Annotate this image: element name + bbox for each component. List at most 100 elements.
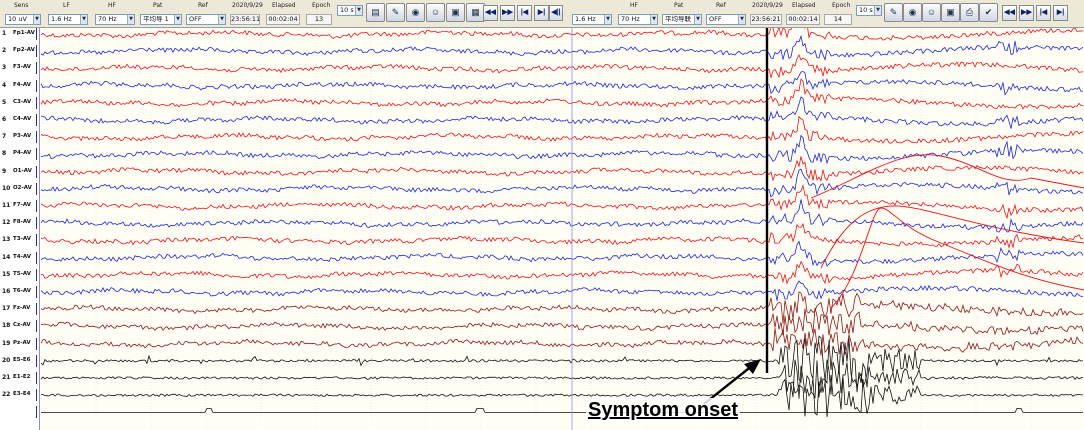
toolbar-left: Sens 10 uV ▼ LF 1.6 Hz ▼ HF 70 Hz ▼ Pat 平均导…	[0, 0, 563, 28]
scale-tick	[36, 200, 38, 212]
scale-tick	[36, 337, 38, 350]
pen-icon[interactable]: ✎	[386, 3, 405, 22]
hf-select-2[interactable]: 70 Hz ▼	[618, 14, 658, 25]
montage-icon[interactable]: ▤	[366, 3, 385, 22]
eeg-trace-o1-av	[41, 156, 1084, 182]
scale-tick	[36, 251, 38, 264]
channel-number: 19	[2, 339, 11, 347]
photo-icon-2[interactable]: ▣	[941, 3, 960, 22]
globe-icon[interactable]: ◉	[406, 3, 425, 22]
last-page-icon-2[interactable]: ▶|	[1053, 5, 1068, 21]
eeg-trace-e3-e4	[41, 375, 1083, 417]
lf-select[interactable]: 1.6 Hz ▼	[48, 14, 88, 25]
channel-name: F3-AV	[13, 64, 32, 71]
channel-label-row: 3 F3-AV	[0, 60, 40, 77]
channel-number: 13	[2, 236, 11, 244]
eeg-trace-t3-av	[41, 222, 1084, 250]
sens-select[interactable]: 10 uV ▼	[5, 14, 41, 25]
person-icon[interactable]: ☺	[426, 3, 445, 22]
ref-label-2: Ref	[716, 2, 726, 9]
ref-select-2[interactable]: OFF ▼	[706, 14, 746, 25]
fast-back-icon[interactable]: ◀◀	[483, 5, 498, 21]
fast-forward-icon[interactable]: ▶▶	[500, 5, 515, 21]
epoch-label-2: Epoch	[832, 2, 851, 9]
scale-tick	[36, 148, 38, 161]
channel-number: 3	[2, 64, 7, 72]
date-label: 2020/9/29	[232, 2, 263, 9]
first-page-icon[interactable]: |◀	[517, 5, 532, 21]
channel-label-row: 8 P4-AV	[0, 146, 40, 163]
channel-label-row: 16 T6-AV	[0, 284, 40, 301]
photo-icon[interactable]: ▣	[446, 3, 465, 22]
scale-tick	[36, 406, 38, 419]
channel-number: 20	[2, 356, 11, 364]
channel-name: P3-AV	[13, 133, 32, 140]
scale-tick	[36, 320, 38, 333]
last-page-icon[interactable]: ▶|	[534, 5, 549, 21]
channel-name: T5-AV	[13, 270, 32, 277]
check-icon[interactable]: ✔	[979, 3, 998, 22]
pat-select[interactable]: 平均导 1 ▼	[140, 14, 182, 25]
scale-tick	[36, 114, 38, 126]
eeg-toolbar: Sens 10 uV ▼ LF 1.6 Hz ▼ HF 70 Hz ▼ Pat 平均导…	[0, 0, 1084, 28]
person-icon-2[interactable]: ☺	[922, 3, 941, 22]
scale-tick	[36, 131, 38, 144]
drift-artifact-trace	[810, 154, 1084, 199]
eeg-trace-marker	[41, 408, 1083, 413]
scale-tick	[36, 45, 38, 58]
channel-number: 17	[2, 305, 11, 313]
channel-name: E5-E6	[13, 356, 31, 363]
channel-name: Fp2-AV	[13, 47, 35, 54]
pat-select-2[interactable]: 平均导联 ▼	[662, 14, 702, 25]
first-page-icon-2[interactable]: |◀	[1036, 5, 1051, 21]
channel-label-row: 18 Cz-AV	[0, 318, 40, 335]
channel-label-row: 7 P3-AV	[0, 129, 40, 146]
eeg-trace-f8-av	[41, 199, 1084, 233]
eeg-trace-p4-av	[41, 134, 1084, 165]
eeg-trace-fz-av	[41, 291, 1084, 324]
lf-label: LF	[63, 2, 70, 9]
eeg-trace-t6-av	[41, 280, 1084, 301]
hf-select[interactable]: 70 Hz ▼	[95, 14, 135, 25]
play-back-icon[interactable]: ◀||	[549, 5, 563, 21]
pen-icon-2[interactable]: ✎	[884, 3, 903, 22]
channel-label-row: 1 Fp1-AV	[0, 26, 40, 43]
scale-tick	[36, 217, 38, 230]
channel-label-row: 17 Fz-AV	[0, 301, 40, 318]
channel-name: Pz-AV	[13, 339, 31, 346]
globe-icon-2[interactable]: ◉	[903, 3, 922, 22]
channel-name: O1-AV	[13, 167, 32, 174]
epoch-display: 13	[306, 14, 332, 25]
channel-label-row: 22 E3-E4	[0, 387, 40, 404]
channel-number: 18	[2, 322, 11, 330]
channel-number: 5	[2, 98, 7, 106]
fast-forward-icon-2[interactable]: ▶▶	[1019, 5, 1034, 21]
channel-label-row: 12 F8-AV	[0, 215, 40, 232]
toolbar-right: 1.6 Hz ▼ HF 70 Hz ▼ Pat 平均导联 ▼ Ref OFF ▼ 202…	[566, 0, 1084, 28]
channel-number: 9	[2, 167, 7, 175]
channel-number: 16	[2, 288, 11, 295]
channel-name: F8-AV	[13, 219, 32, 226]
date-label-2: 2020/9/29	[752, 2, 783, 9]
time-display: 23:56:11	[230, 14, 261, 25]
fast-back-icon-2[interactable]: ◀◀	[1002, 5, 1017, 21]
printer-icon[interactable]: ⎙	[960, 3, 979, 22]
eeg-trace-fp2-av	[41, 34, 1084, 61]
sens-label: Sens	[14, 2, 29, 9]
channel-number: 22	[2, 391, 11, 399]
channel-name: T3-AV	[13, 236, 32, 243]
channel-label-row: 2 Fp2-AV	[0, 43, 40, 60]
channel-number: 21	[2, 374, 11, 381]
ref-select[interactable]: OFF ▼	[186, 14, 226, 25]
timebase-select-2[interactable]: 10 s ▼	[856, 5, 882, 16]
eeg-trace-area[interactable]	[41, 28, 1084, 430]
lf-select-2[interactable]: 1.6 Hz ▼	[572, 14, 612, 25]
channel-name: Fz-AV	[13, 305, 31, 312]
channel-name: Cz-AV	[13, 322, 31, 329]
channel-name: Fp1-AV	[13, 30, 35, 36]
symptom-onset-label: Symptom onset	[586, 398, 741, 422]
channel-label-row: 6 C4-AV	[0, 112, 40, 129]
timebase-select[interactable]: 10 s ▼	[337, 5, 363, 16]
channel-name: C3-AV	[13, 98, 32, 105]
scale-tick	[36, 96, 38, 109]
